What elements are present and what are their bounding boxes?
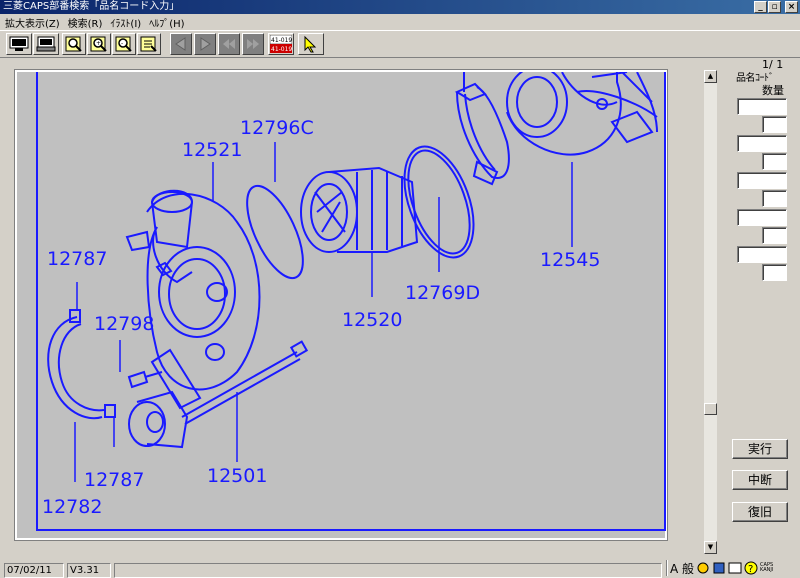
restore-button[interactable]: ▫ [768,1,781,13]
hose-clip-top [69,309,81,323]
status-message [114,563,662,578]
monitor-button[interactable] [6,33,32,55]
cartridge-core [300,166,419,253]
last-icon [247,39,259,49]
qty-column-label: 数量 [762,84,784,97]
code-field-3[interactable] [737,172,787,189]
qty-field-4[interactable] [762,227,787,244]
scroll-thumb[interactable] [704,403,717,415]
ime-dict-icon[interactable] [712,561,726,575]
gasket-ring [246,184,304,280]
svg-text:-: - [121,40,123,47]
status-version: V3.31 [67,563,111,578]
part-label[interactable]: 12521 [182,139,242,161]
ime-mode[interactable]: A 般 [670,560,694,577]
monitor-icon [9,36,29,51]
toolbar: + - 41-019 41-019 [0,30,800,58]
first-button[interactable] [218,33,240,55]
qty-field-3[interactable] [762,190,787,207]
execute-button[interactable]: 実行 [732,439,788,459]
status-date: 07/02/11 [4,563,64,578]
first-icon [223,39,235,49]
code-field-5[interactable] [737,246,787,263]
hose-clip-bottom [104,404,116,418]
menu-illust[interactable]: ｲﾗｽﾄ(I) [108,15,147,30]
part-label[interactable]: 12782 [42,496,102,518]
window-title: 三菱CAPS部番検索「品名コード入力」 [3,1,180,12]
menu-search[interactable]: 検索(R) [66,15,109,30]
wastegate-actuator [128,340,309,449]
part-label[interactable]: 12501 [207,465,267,487]
restore-input-button[interactable]: 復旧 [732,502,788,522]
help-icon[interactable]: ? [744,561,758,575]
part-label[interactable]: 12769D [405,282,480,304]
ime-divider [666,560,668,576]
part-label[interactable]: 12796C [240,117,314,139]
exploded-view-drawing: 12796C 12521 12787 12798 12520 12769D 12… [36,72,666,531]
window-controls: _ ▫ × [754,1,798,13]
scroll-down-button[interactable]: ▼ [704,541,717,554]
pointer-button[interactable] [298,33,324,55]
drawing-border [36,72,666,531]
illustration-canvas[interactable]: 12796C 12521 12787 12798 12520 12769D 12… [14,69,668,541]
menu-bar: 拡大表示(Z) 検索(R) ｲﾗｽﾄ(I) ﾍﾙﾌﾟ(H) [0,14,800,30]
title-bar: 三菱CAPS部番検索「品名コード入力」 _ ▫ × [0,0,800,14]
number-bottom-text: 41-019 [271,46,292,53]
ime-pad-icon[interactable] [728,561,742,575]
qty-field-1[interactable] [762,116,787,133]
qty-field-2[interactable] [762,153,787,170]
magnify-button[interactable] [62,33,86,55]
qty-field-5[interactable] [762,264,787,281]
bolt-part [127,370,163,389]
part-labels: 12796C 12521 12787 12798 12520 12769D 12… [42,117,600,518]
ime-tool-icon[interactable] [696,561,710,575]
code-field-1[interactable] [737,98,787,115]
next-button[interactable] [194,33,216,55]
zoom-out-icon: - [115,36,132,52]
print-button[interactable] [33,33,59,55]
zoom-out-button[interactable]: - [112,33,136,55]
zoom-in-button[interactable]: + [87,33,111,55]
svg-text:?: ? [748,564,753,575]
compressor-housing [125,189,261,391]
zoom-in-icon: + [90,36,107,52]
caps-label: CAPS KANJI [760,562,774,573]
printer-icon [36,36,56,52]
turbine-housing [506,72,658,156]
part-label[interactable]: 12520 [342,309,402,331]
v-band-clamp [454,72,510,186]
part-label[interactable]: 12787 [47,248,107,270]
right-panel: 1/ 1 品名ｺｰﾄﾞ 数量 実行 中断 復旧 [720,58,800,558]
part-label[interactable]: 12545 [540,249,600,271]
scroll-up-button[interactable]: ▲ [704,70,717,83]
number-button[interactable]: 41-019 41-019 [268,33,294,55]
app-window: 三菱CAPS部番検索「品名コード入力」 _ ▫ × 拡大表示(Z) 検索(R) … [0,0,800,578]
edit-icon [140,36,157,52]
menu-zoom[interactable]: 拡大表示(Z) [3,15,66,30]
number-icon: 41-019 41-019 [270,35,292,53]
interrupt-button[interactable]: 中断 [732,470,788,490]
pointer-icon [304,35,317,53]
next-icon [200,37,211,51]
ime-tray: A 般 ? CAPS KANJI [666,558,800,578]
menu-help[interactable]: ﾍﾙﾌﾟ(H) [147,15,190,30]
number-top-text: 41-019 [271,37,292,44]
svg-text:+: + [96,40,101,47]
minimize-button[interactable]: _ [754,1,767,13]
edit-button[interactable] [137,33,161,55]
part-label[interactable]: 12798 [94,313,154,335]
code-field-4[interactable] [737,209,787,226]
part-label[interactable]: 12787 [84,469,144,491]
vertical-scrollbar[interactable]: ▲ ▼ [704,70,717,554]
magnify-icon [65,36,82,52]
code-field-2[interactable] [737,135,787,152]
prev-button[interactable] [170,33,192,55]
last-button[interactable] [242,33,264,55]
close-button[interactable]: × [785,1,798,13]
prev-icon [175,37,186,51]
